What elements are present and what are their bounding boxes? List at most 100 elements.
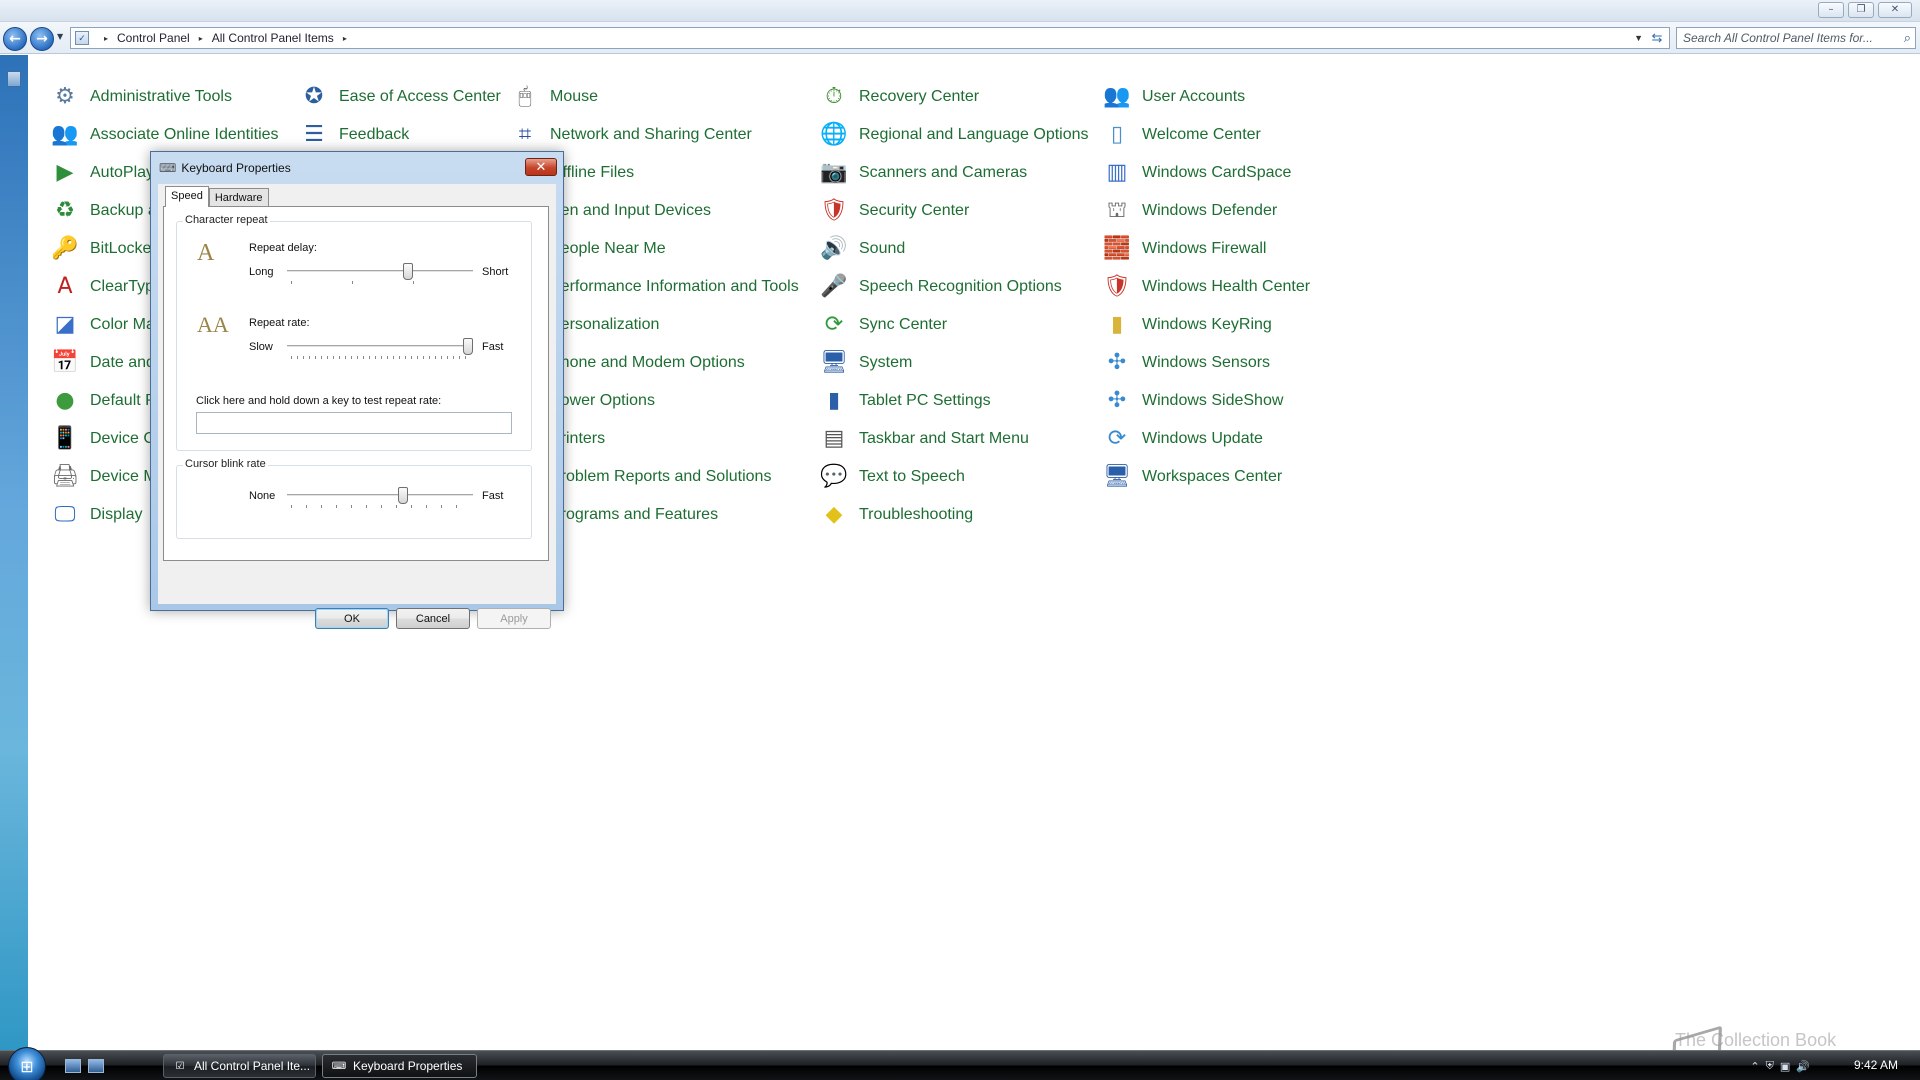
cp-item[interactable]: 🖥 System	[819, 348, 912, 378]
cp-item-label: AutoPlay	[90, 164, 155, 181]
test-repeat-input[interactable]	[196, 412, 512, 434]
cp-item[interactable]: 👥 User Accounts	[1102, 82, 1245, 112]
side-panel-icon[interactable]	[7, 71, 21, 87]
feedback-icon: ☰	[304, 122, 324, 147]
cursor-blink-slider[interactable]	[287, 487, 473, 511]
cp-item-label: Taskbar and Start Menu	[859, 430, 1029, 447]
taskbar-start-icon: ▤	[823, 426, 845, 451]
repeat-delay-slider[interactable]	[287, 263, 473, 287]
repeat-rate-thumb[interactable]	[463, 338, 473, 355]
show-hidden-icons-icon[interactable]: ⌃	[1750, 1060, 1759, 1073]
forward-button[interactable]: →	[30, 27, 54, 51]
cp-item[interactable]: 🎤 Speech Recognition Options	[819, 272, 1062, 302]
cp-item-label: Workspaces Center	[1142, 468, 1283, 485]
show-desktop-icon[interactable]	[65, 1059, 81, 1073]
health-center-icon: 🛡	[1103, 274, 1131, 299]
system-icon: 🖥	[820, 350, 848, 375]
clock[interactable]: 9:42 AM	[1854, 1058, 1898, 1072]
address-bar[interactable]: ✓ ▸ Control Panel ▸ All Control Panel It…	[70, 27, 1670, 49]
welcome-center-icon: ▯	[1110, 122, 1124, 147]
cp-item[interactable]: ✣ Windows Sensors	[1102, 348, 1270, 378]
defender-icon: ⛫	[1106, 198, 1128, 223]
cursor-blink-thumb[interactable]	[397, 487, 408, 504]
default-programs-icon: ●	[55, 388, 75, 413]
cp-item[interactable]: 🔊 Sound	[819, 234, 905, 264]
cp-item[interactable]: ◆ Troubleshooting	[819, 500, 974, 530]
cp-item-label: Ease of Access Center	[339, 88, 501, 105]
cp-item-label: Mouse	[550, 88, 599, 105]
breadcrumb-all-items[interactable]: All Control Panel Items	[212, 31, 334, 45]
regional-language-icon: 🌐	[820, 122, 848, 147]
cp-item[interactable]: ▮ Windows KeyRing	[1102, 310, 1272, 340]
cp-item[interactable]: ✣ Windows SideShow	[1102, 386, 1284, 416]
security-shield-icon[interactable]: ⛨	[1766, 1059, 1774, 1073]
back-button[interactable]: ←	[3, 27, 27, 51]
cp-item[interactable]: ▥ Windows CardSpace	[1102, 158, 1292, 188]
cp-item[interactable]: ⏱ Recovery Center	[819, 82, 979, 112]
cp-item[interactable]: ▯ Welcome Center	[1102, 120, 1261, 150]
cp-item[interactable]: 🛡 Windows Health Center	[1102, 272, 1310, 302]
repeat-delay-thumb[interactable]	[403, 263, 414, 280]
cp-item[interactable]: 🖱 Mouse	[510, 82, 598, 112]
volume-icon[interactable]: 🔊	[1796, 1060, 1810, 1073]
dialog-close-button[interactable]: ✕	[525, 158, 557, 176]
apply-button[interactable]: Apply	[477, 608, 551, 629]
cp-item-label: Troubleshooting	[859, 506, 974, 523]
minimize-button[interactable]: –	[1818, 2, 1844, 18]
cp-item[interactable]: ☰ Feedback	[299, 120, 409, 150]
task-keyboard-properties[interactable]: ⌨ Keyboard Properties	[322, 1054, 477, 1078]
cp-item[interactable]: ▮ Tablet PC Settings	[819, 386, 991, 416]
cp-item[interactable]: 🌐 Regional and Language Options	[819, 120, 1088, 150]
slider-ticks	[291, 281, 469, 284]
cp-item[interactable]: 🖥 Workspaces Center	[1102, 462, 1282, 492]
search-icon[interactable]: ⌕	[1904, 30, 1911, 46]
cp-item[interactable]: 📷 Scanners and Cameras	[819, 158, 1027, 188]
breadcrumb-separator[interactable]: ▸	[104, 34, 108, 43]
repeat-rate-slider[interactable]	[287, 338, 473, 362]
tab-strip: Speed Hardware	[165, 186, 269, 207]
tab-speed[interactable]: Speed	[165, 186, 209, 207]
cp-item[interactable]: ⚙ Administrative Tools	[50, 82, 232, 112]
cp-item[interactable]: ⟳ Windows Update	[1102, 424, 1263, 454]
cp-item-label: Power Options	[550, 392, 655, 409]
watermark: The Collection Book	[1675, 1030, 1837, 1050]
switch-windows-icon[interactable]	[88, 1059, 104, 1073]
cp-item[interactable]: ⟳ Sync Center	[819, 310, 947, 340]
cp-item-label: Tablet PC Settings	[859, 392, 991, 409]
repeat-delay-icon: A	[197, 240, 215, 266]
task-control-panel[interactable]: ☑ All Control Panel Ite...	[163, 1054, 316, 1078]
tablet-pc-icon: ▮	[827, 388, 841, 413]
cp-item[interactable]: ▤ Taskbar and Start Menu	[819, 424, 1029, 454]
cp-item-label: Sound	[859, 240, 906, 257]
task-label: All Control Panel Ite...	[194, 1059, 311, 1073]
cancel-button[interactable]: Cancel	[396, 608, 470, 629]
cursor-blink-label: Cursor blink rate	[183, 458, 268, 470]
cp-item[interactable]: 🧱 Windows Firewall	[1102, 234, 1266, 264]
dialog-title-bar[interactable]: ⌨ Keyboard Properties	[159, 158, 291, 178]
search-input[interactable]: Search All Control Panel Items for... ⌕	[1676, 27, 1916, 49]
breadcrumb-separator[interactable]: ▸	[343, 34, 347, 43]
breadcrumb-control-panel[interactable]: Control Panel	[117, 31, 190, 45]
ok-button[interactable]: OK	[315, 608, 389, 629]
cp-item[interactable]: ✪ Ease of Access Center	[299, 82, 501, 112]
scanners-cameras-icon: 📷	[820, 160, 848, 185]
cp-item[interactable]: ⛫ Windows Defender	[1102, 196, 1277, 226]
cp-item[interactable]: ⌗ Network and Sharing Center	[510, 120, 752, 150]
tab-hardware[interactable]: Hardware	[208, 188, 269, 207]
refresh-icon[interactable]: ⇆	[1648, 29, 1666, 47]
recent-pages-dropdown[interactable]: ▼	[57, 32, 63, 41]
maximize-button[interactable]: ❐	[1848, 2, 1874, 18]
close-window-button[interactable]: ✕	[1878, 2, 1912, 18]
cp-item[interactable]: 🛡 Security Center	[819, 196, 969, 226]
cursor-blink-min-label: None	[249, 490, 276, 502]
cp-item[interactable]: 💬 Text to Speech	[819, 462, 965, 492]
network-icon[interactable]: ▣	[1780, 1060, 1790, 1073]
breadcrumb-separator[interactable]: ▸	[199, 34, 203, 43]
start-button[interactable]: ⊞	[8, 1047, 46, 1080]
cp-item[interactable]: 👥 Associate Online Identities	[50, 120, 278, 150]
address-dropdown-icon[interactable]: ▼	[1634, 33, 1643, 43]
cp-item[interactable]: 🖵 Display	[50, 500, 142, 530]
cp-item[interactable]: ▶ AutoPlay	[50, 158, 155, 188]
character-repeat-label: Character repeat	[183, 214, 270, 226]
cursor-blink-max-label: Fast	[482, 490, 504, 502]
